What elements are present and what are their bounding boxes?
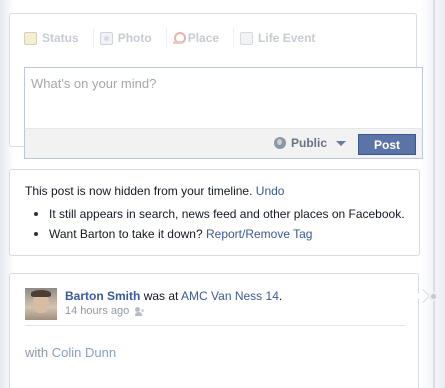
friends-icon[interactable]: [135, 306, 145, 316]
status-placeholder: What's on your mind?: [31, 76, 157, 91]
author-link[interactable]: Barton Smith: [65, 289, 140, 303]
avatar[interactable]: [25, 288, 57, 320]
hidden-post-notice: This post is now hidden from your timeli…: [9, 169, 420, 256]
globe-icon: [273, 137, 286, 149]
notice-item-remove-text: Want Barton to take it down?: [49, 227, 203, 241]
tab-status-label: Status: [42, 31, 79, 45]
tab-life-event[interactable]: Life Event: [233, 28, 329, 48]
audience-selector[interactable]: Public: [273, 136, 346, 150]
notice-item-search-text: It still appears in search, news feed an…: [49, 207, 405, 221]
status-input[interactable]: What's on your mind?: [24, 67, 423, 129]
undo-link[interactable]: Undo: [256, 184, 285, 198]
story-divider: [25, 325, 405, 326]
tab-photo-label: Photo: [117, 31, 152, 45]
timeline-dot: [429, 292, 438, 301]
tab-place-label: Place: [187, 31, 220, 45]
post-button[interactable]: Post: [358, 134, 416, 155]
tab-photo[interactable]: Photo: [92, 28, 166, 48]
period-text: .: [278, 289, 283, 303]
tab-life-event-label: Life Event: [258, 31, 316, 45]
was-at-text: was at: [143, 289, 179, 303]
tab-status[interactable]: Status: [24, 28, 93, 48]
tagged-friend-link[interactable]: Colin Dunn: [52, 345, 116, 360]
story-card: Barton Smith was at AMC Van Ness 14. 14 …: [9, 273, 419, 388]
tab-place[interactable]: Place: [165, 28, 233, 48]
notice-item-search: It still appears in search, news feed an…: [34, 207, 405, 227]
timeline-spine: [433, 0, 435, 388]
notice-headline-text: This post is now hidden from your timeli…: [25, 184, 253, 198]
photo-icon: [99, 31, 113, 45]
audience-label: Public: [290, 136, 327, 150]
status-composer: Status Photo Place Life Event What's on …: [9, 13, 423, 159]
report-remove-tag-link[interactable]: Report/Remove Tag: [206, 227, 313, 241]
notice-list: It still appears in search, news feed an…: [34, 207, 405, 247]
status-icon: [24, 31, 37, 45]
timestamp-link[interactable]: 14 hours ago: [65, 305, 129, 317]
composer-footer: Public Post: [24, 128, 423, 159]
story-meta: 14 hours ago: [65, 305, 145, 317]
place-link[interactable]: AMC Van Ness 14: [181, 289, 279, 303]
with-line: with Colin Dunn: [25, 345, 116, 360]
with-prefix: with: [25, 345, 49, 360]
story-header: Barton Smith was at AMC Van Ness 14.: [65, 289, 282, 303]
chevron-down-icon: [336, 140, 346, 146]
composer-tabs: Status Photo Place Life Event: [24, 28, 329, 48]
place-icon: [172, 31, 186, 45]
life-event-icon: [240, 31, 254, 45]
notice-item-remove: Want Barton to take it down? Report/Remo…: [34, 227, 405, 247]
notice-headline: This post is now hidden from your timeli…: [25, 184, 284, 198]
